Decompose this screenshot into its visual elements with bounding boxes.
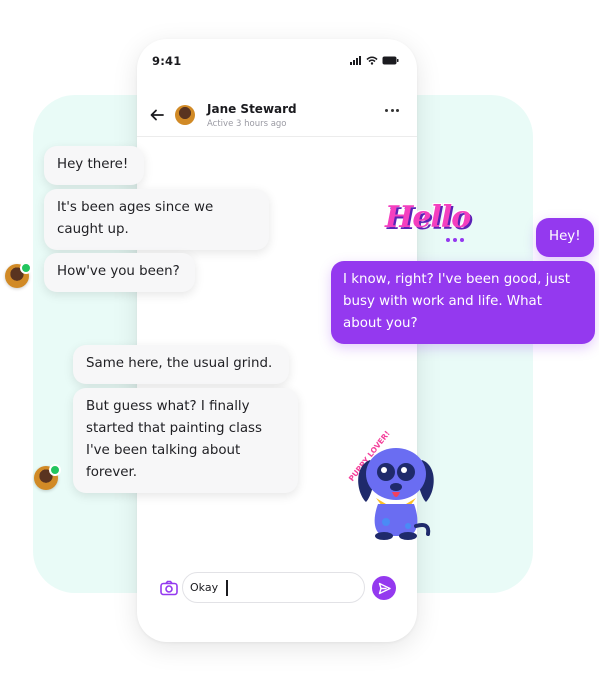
message-bubble-incoming: But guess what? I finally started that p… bbox=[73, 388, 298, 493]
camera-icon[interactable] bbox=[160, 580, 178, 596]
wifi-icon bbox=[366, 56, 378, 65]
send-button[interactable] bbox=[372, 576, 396, 600]
hello-sticker-dots bbox=[446, 238, 464, 242]
text-caret bbox=[226, 580, 228, 596]
contact-status: Active 3 hours ago bbox=[207, 119, 287, 129]
message-bubble-incoming: How've you been? bbox=[44, 253, 195, 292]
header-divider bbox=[137, 136, 417, 137]
send-icon bbox=[378, 582, 391, 594]
message-bubble-incoming: Hey there! bbox=[44, 146, 144, 185]
puppy-icon bbox=[358, 448, 434, 540]
message-bubble-outgoing: I know, right? I've been good, just busy… bbox=[331, 261, 595, 344]
more-icon[interactable] bbox=[385, 109, 399, 112]
signal-icon bbox=[350, 56, 361, 65]
message-input[interactable]: Okay bbox=[182, 572, 365, 603]
status-time: 9:41 bbox=[152, 54, 182, 68]
status-icons bbox=[350, 56, 399, 65]
message-bubble-outgoing: Hey! bbox=[536, 218, 594, 257]
online-indicator bbox=[49, 464, 61, 476]
contact-name: Jane Steward bbox=[207, 102, 297, 116]
puppy-sticker: PUPPY LOVER! bbox=[340, 429, 452, 542]
message-bubble-incoming: Same here, the usual grind. bbox=[73, 345, 289, 384]
battery-icon bbox=[382, 56, 399, 65]
message-input-value: Okay bbox=[190, 581, 219, 594]
back-arrow-icon[interactable] bbox=[149, 107, 165, 123]
online-indicator bbox=[20, 262, 32, 274]
contact-avatar[interactable] bbox=[175, 105, 195, 125]
message-bubble-incoming: It's been ages since we caught up. bbox=[44, 189, 269, 250]
